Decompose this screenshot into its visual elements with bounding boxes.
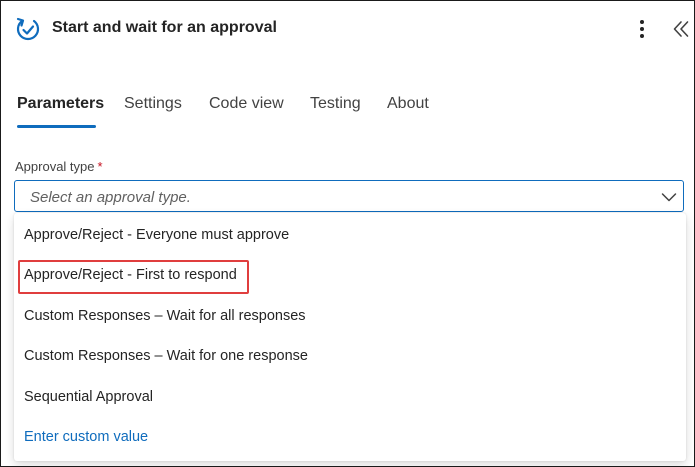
option-label: Approve/Reject - Everyone must approve bbox=[24, 227, 290, 243]
option-label: Enter custom value bbox=[24, 429, 149, 445]
enter-custom-value-link[interactable]: Enter custom value bbox=[14, 415, 686, 453]
panel-header: Start and wait for an approval bbox=[1, 1, 694, 59]
approval-action-panel: Start and wait for an approval Parameter… bbox=[0, 0, 695, 467]
option-sequential-approval[interactable]: Sequential Approval bbox=[14, 375, 686, 413]
approval-type-label: Approval type * bbox=[15, 159, 103, 174]
active-tab-indicator bbox=[17, 125, 96, 128]
approval-type-dropdown: Approve/Reject - Everyone must approve A… bbox=[14, 213, 686, 461]
option-wait-for-one-response[interactable]: Custom Responses – Wait for one response bbox=[14, 334, 686, 372]
option-wait-for-all-responses[interactable]: Custom Responses – Wait for all response… bbox=[14, 294, 686, 332]
panel-title: Start and wait for an approval bbox=[52, 19, 277, 36]
approval-type-placeholder: Select an approval type. bbox=[30, 189, 191, 206]
collapse-panel-button[interactable] bbox=[671, 19, 691, 39]
more-vertical-icon bbox=[640, 20, 644, 38]
option-first-to-respond[interactable]: Approve/Reject - First to respond bbox=[14, 253, 686, 294]
option-label: Approve/Reject - First to respond bbox=[24, 267, 237, 283]
approval-type-label-text: Approval type bbox=[15, 159, 95, 174]
tab-code-view[interactable]: Code view bbox=[209, 95, 284, 113]
required-asterisk: * bbox=[97, 159, 103, 174]
tab-testing[interactable]: Testing bbox=[310, 95, 361, 113]
option-label: Custom Responses – Wait for all response… bbox=[24, 308, 306, 324]
option-label: Sequential Approval bbox=[24, 389, 153, 405]
approval-refresh-icon bbox=[15, 15, 41, 43]
chevron-down-icon[interactable] bbox=[661, 190, 677, 204]
tab-about[interactable]: About bbox=[387, 95, 429, 113]
tab-settings[interactable]: Settings bbox=[124, 95, 182, 113]
approval-type-select[interactable]: Select an approval type. bbox=[14, 180, 684, 212]
double-chevron-left-icon bbox=[673, 21, 689, 37]
tab-parameters[interactable]: Parameters bbox=[17, 95, 104, 113]
option-label: Custom Responses – Wait for one response bbox=[24, 348, 308, 364]
more-options-button[interactable] bbox=[632, 18, 652, 40]
option-everyone-must-approve[interactable]: Approve/Reject - Everyone must approve bbox=[14, 213, 686, 251]
